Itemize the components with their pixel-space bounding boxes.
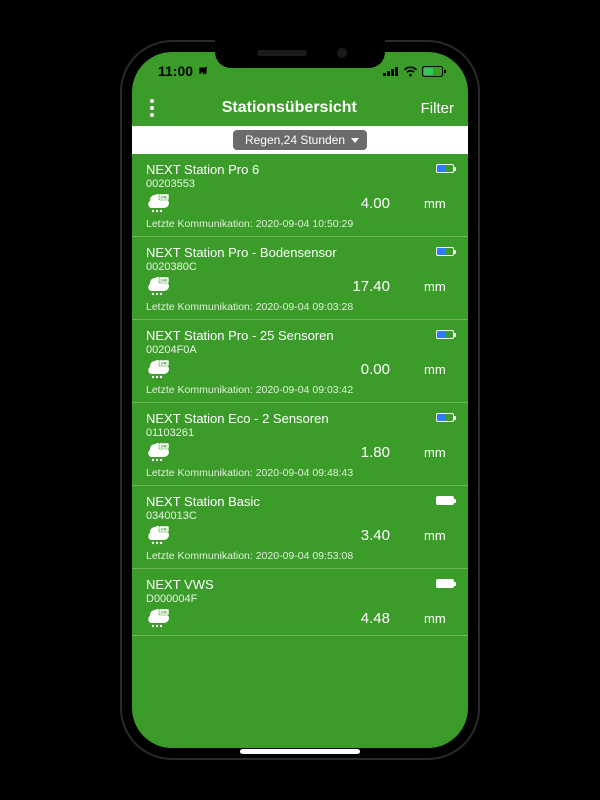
svg-text:24h: 24h <box>161 278 168 283</box>
device-notch <box>215 40 385 68</box>
station-value: 4.48 <box>178 610 424 627</box>
station-id: 0020380C <box>146 261 454 273</box>
rain-24h-icon: 24h <box>146 607 178 629</box>
cellular-icon <box>383 66 399 76</box>
rain-24h-icon: 24h <box>146 275 178 297</box>
station-row[interactable]: NEXT Station Pro - 25 Sensoren00204F0A 24… <box>132 320 468 403</box>
station-name: NEXT Station Pro - Bodensensor <box>146 245 454 260</box>
status-right <box>383 66 446 77</box>
rain-24h-icon: 24h <box>146 358 178 380</box>
station-comm: Letzte Kommunikation: 2020-09-04 09:48:4… <box>146 467 454 479</box>
station-comm: Letzte Kommunikation: 2020-09-04 09:03:4… <box>146 384 454 396</box>
filter-button[interactable]: Filter <box>421 100 454 117</box>
station-list[interactable]: NEXT Station Pro 60020355324h4.00mmLetzt… <box>132 154 468 748</box>
station-name: NEXT Station Pro 6 <box>146 162 454 177</box>
station-value: 3.40 <box>178 527 424 544</box>
station-name: NEXT VWS <box>146 577 454 592</box>
station-value: 1.80 <box>178 444 424 461</box>
station-id: 01103261 <box>146 427 454 439</box>
station-id: 0340013C <box>146 510 454 522</box>
page-title: Stationsübersicht <box>222 99 357 117</box>
status-left: 11:00 <box>158 63 209 79</box>
screen: 11:00 Stationsübersicht Filter Regen,24 … <box>132 52 468 748</box>
chevron-down-icon <box>351 138 359 143</box>
station-name: NEXT Station Pro - 25 Sensoren <box>146 328 454 343</box>
battery-icon <box>436 413 454 422</box>
battery-icon <box>436 330 454 339</box>
svg-text:24h: 24h <box>161 527 168 532</box>
station-comm: Letzte Kommunikation: 2020-09-04 09:53:0… <box>146 550 454 562</box>
station-unit: mm <box>424 528 454 543</box>
battery-icon <box>436 496 454 505</box>
station-name: NEXT Station Basic <box>146 494 454 509</box>
svg-text:24h: 24h <box>161 444 168 449</box>
rain-24h-icon: 24h <box>146 524 178 546</box>
filter-bar: Regen,24 Stunden <box>132 126 468 154</box>
station-unit: mm <box>424 362 454 377</box>
navbar: Stationsübersicht Filter <box>132 90 468 126</box>
station-unit: mm <box>424 445 454 460</box>
station-row[interactable]: NEXT Station Pro 600203553 24h 4.00mm Letzt… <box>132 154 468 237</box>
station-comm: Letzte Kommunikation: 2020-09-04 09:03:2… <box>146 301 454 313</box>
rain-24h-icon: 24h <box>146 441 178 463</box>
metric-dropdown[interactable]: Regen,24 Stunden <box>233 130 367 150</box>
svg-text:24h: 24h <box>161 610 168 615</box>
station-row[interactable]: NEXT Station Eco - 2 Sensoren01103261 24h… <box>132 403 468 486</box>
station-unit: mm <box>424 611 454 626</box>
battery-icon <box>436 247 454 256</box>
station-row[interactable]: NEXT Station Pro - Bodensensor0020380C 24… <box>132 237 468 320</box>
status-time: 11:00 <box>158 63 193 79</box>
station-value: 4.00 <box>178 195 424 212</box>
station-id: 00204F0A <box>146 344 454 356</box>
wifi-icon <box>403 66 418 77</box>
phone-frame: 11:00 Stationsübersicht Filter Regen,24 … <box>120 40 480 760</box>
svg-text:24h: 24h <box>161 361 168 366</box>
station-row[interactable]: NEXT VWSD000004F 24h 4.48mm <box>132 569 468 636</box>
battery-status-icon <box>422 66 446 77</box>
home-indicator[interactable] <box>240 749 360 754</box>
station-name: NEXT Station Eco - 2 Sensoren <box>146 411 454 426</box>
svg-text:24h: 24h <box>161 195 168 200</box>
station-row[interactable]: NEXT Station Basic0340013C 24h 3.40mm Letzt… <box>132 486 468 569</box>
location-icon <box>197 65 209 77</box>
battery-icon <box>436 579 454 588</box>
station-unit: mm <box>424 196 454 211</box>
station-value: 0.00 <box>178 361 424 378</box>
station-id: D000004F <box>146 593 454 605</box>
station-comm: Letzte Kommunikation: 2020-09-04 10:50:2… <box>146 218 454 230</box>
station-value: 17.40 <box>178 278 424 295</box>
dropdown-label: Regen,24 Stunden <box>245 133 345 147</box>
station-id: 00203553 <box>146 178 454 190</box>
battery-icon <box>436 164 454 173</box>
menu-button[interactable] <box>146 95 158 121</box>
station-unit: mm <box>424 279 454 294</box>
rain-24h-icon: 24h <box>146 192 178 214</box>
